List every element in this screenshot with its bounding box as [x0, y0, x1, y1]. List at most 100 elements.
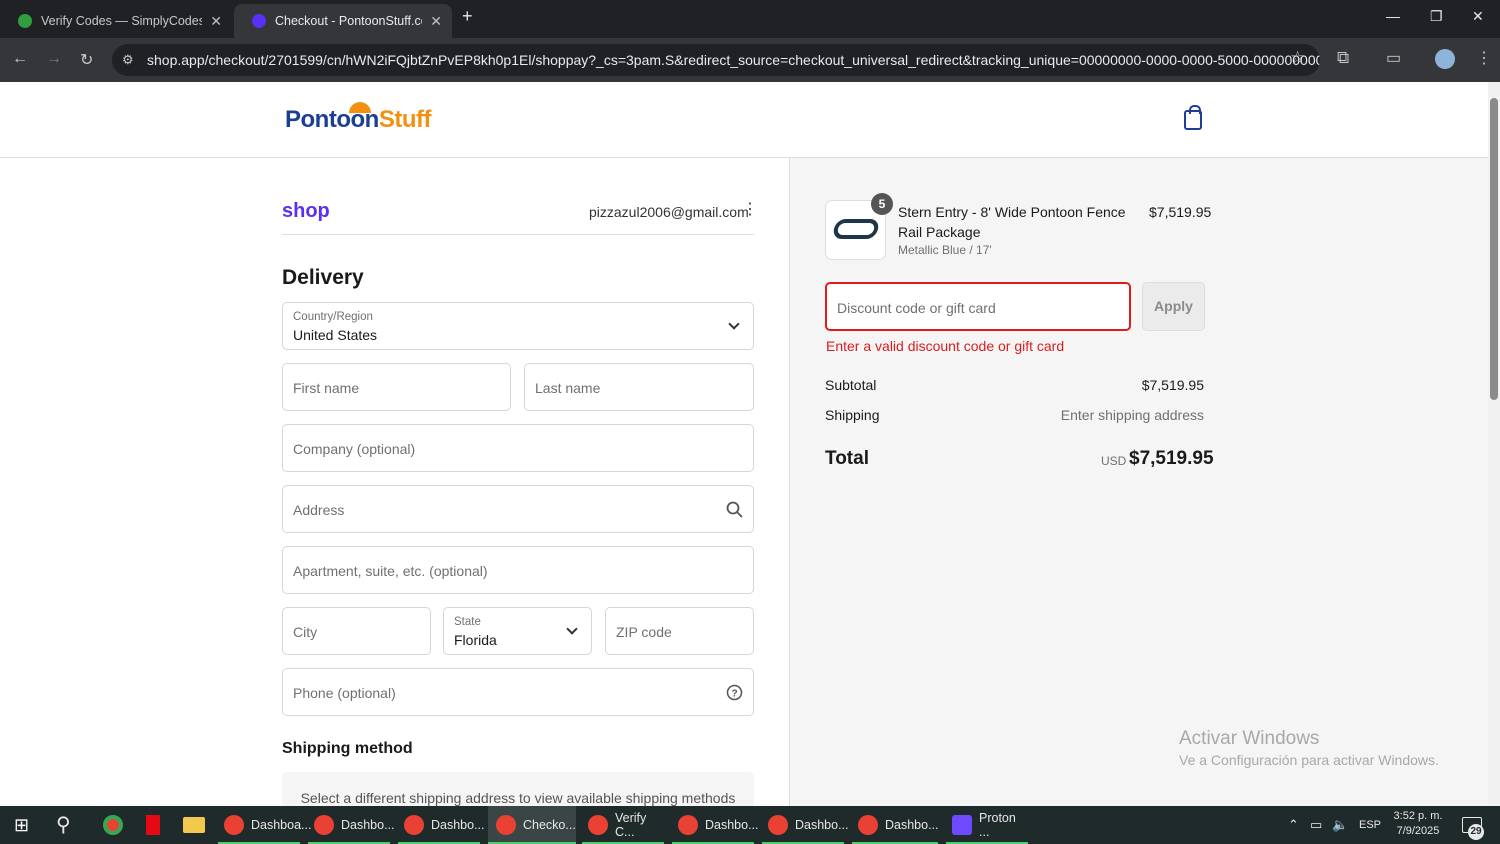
taskbar-app-1[interactable]: Dashboa...	[218, 806, 311, 844]
clock[interactable]: 3:52 p. m. 7/9/2025	[1388, 809, 1448, 839]
taskbar-app-label: Dashbo...	[885, 818, 939, 832]
company-field[interactable]: Company (optional)	[282, 424, 754, 472]
discount-code-input[interactable]: Discount code or gift card	[825, 282, 1131, 331]
zip-field[interactable]: ZIP code	[605, 607, 754, 655]
product-price: $7,519.95	[1149, 204, 1212, 220]
new-tab-icon[interactable]: +	[462, 6, 473, 27]
quantity-badge: 5	[871, 193, 893, 215]
url-text: shop.app/checkout/2701599/cn/hWN2iFQjbtZ…	[147, 52, 1320, 68]
chrome-icon[interactable]	[103, 815, 123, 835]
chevron-down-icon	[728, 318, 740, 330]
chrome-icon	[496, 815, 516, 835]
checkout-page: PontoonStuff shop pizzazul2006@gmail.com…	[0, 82, 1488, 806]
close-icon[interactable]: ✕	[210, 13, 222, 30]
total-label: Total	[825, 448, 869, 469]
account-email: pizzazul2006@gmail.com	[589, 204, 749, 220]
windows-watermark-title: Activar Windows	[1179, 728, 1320, 749]
discount-placeholder: Discount code or gift card	[837, 300, 996, 316]
taskbar-app-label: Dashboa...	[251, 818, 312, 832]
divider	[282, 234, 754, 235]
address-field[interactable]: Address	[282, 485, 754, 533]
apartment-field[interactable]: Apartment, suite, etc. (optional)	[282, 546, 754, 594]
extensions-icon[interactable]: ⧉	[1337, 48, 1349, 68]
pontoon-rail-image	[831, 219, 881, 239]
menu-icon[interactable]: ⋮	[1476, 48, 1492, 68]
product-title: Stern Entry - 8' Wide Pontoon Fence Rail…	[898, 204, 1126, 240]
svg-text:?: ?	[731, 689, 737, 700]
cast-icon[interactable]: ▭	[1386, 48, 1401, 68]
discount-error: Enter a valid discount code or gift card	[826, 338, 1065, 354]
taskbar-app-8[interactable]: Dashbo...	[852, 806, 939, 844]
language-indicator[interactable]: ESP	[1359, 806, 1381, 844]
taskbar-app-5[interactable]: Verify C...	[582, 806, 664, 844]
last-name-field[interactable]: Last name	[524, 363, 754, 411]
bookmark-star-icon[interactable]: ☆	[1290, 48, 1305, 68]
taskbar-app-7[interactable]: Dashbo...	[762, 806, 849, 844]
address-bar[interactable]: ⚙ shop.app/checkout/2701599/cn/hWN2iFQjb…	[112, 44, 1320, 76]
shipping-method-note: Select a different shipping address to v…	[282, 772, 754, 806]
netflix-icon[interactable]	[146, 815, 160, 835]
subtotal-label: Subtotal	[825, 377, 877, 393]
tray-expand-icon[interactable]: ⌃	[1288, 806, 1299, 844]
shopping-bag-icon[interactable]	[1184, 105, 1202, 130]
taskbar-app-3[interactable]: Dashbo...	[398, 806, 485, 844]
restore-icon[interactable]: ❐	[1430, 8, 1443, 25]
order-summary-panel	[789, 158, 1488, 806]
state-label: State	[454, 616, 481, 628]
shipping-label: Shipping	[825, 407, 880, 423]
first-name-field[interactable]: First name	[282, 363, 511, 411]
windows-watermark-subtitle: Ve a Configuración para activar Windows.	[1179, 752, 1439, 768]
taskbar-app-label: Checko...	[523, 818, 576, 832]
taskbar-app-6[interactable]: Dashbo...	[672, 806, 759, 844]
minimize-icon[interactable]: —	[1386, 8, 1400, 24]
back-icon[interactable]: ←	[12, 50, 28, 68]
browser-tab-bar: Verify Codes — SimplyCodes ✕ Checkout - …	[0, 0, 1500, 38]
search-icon[interactable]	[726, 501, 743, 518]
search-icon[interactable]: ⚲	[56, 806, 71, 844]
profile-avatar[interactable]	[1435, 49, 1455, 69]
tab-verify-codes[interactable]: Verify Codes — SimplyCodes ✕	[0, 4, 232, 38]
tab-title: Verify Codes — SimplyCodes	[41, 14, 203, 28]
logo-accent-text: Stuff	[378, 106, 432, 133]
tab-title: Checkout - PontoonStuff.com	[275, 14, 423, 28]
apply-discount-button[interactable]: Apply	[1142, 282, 1205, 331]
last-name-placeholder: Last name	[535, 380, 601, 396]
country-select[interactable]: Country/Region United States	[282, 302, 754, 350]
chrome-icon	[678, 815, 698, 835]
help-icon[interactable]: ?	[726, 684, 743, 701]
phone-field[interactable]: Phone (optional) ?	[282, 668, 754, 716]
store-logo[interactable]: PontoonStuff	[285, 102, 432, 134]
site-info-icon[interactable]: ⚙	[122, 52, 134, 68]
state-select[interactable]: State Florida	[443, 607, 592, 655]
file-explorer-icon[interactable]	[183, 817, 205, 833]
taskbar-app-4[interactable]: Checko...	[488, 806, 576, 844]
more-options-icon[interactable]: ⋮	[742, 202, 758, 218]
scrollbar-thumb[interactable]	[1490, 98, 1498, 400]
forward-icon[interactable]: →	[46, 50, 62, 68]
network-icon[interactable]: ▭	[1310, 806, 1322, 844]
window-close-icon[interactable]: ✕	[1472, 8, 1484, 25]
total-currency: USD	[1101, 454, 1127, 468]
city-field[interactable]: City	[282, 607, 431, 655]
notification-count-badge: 29	[1468, 824, 1484, 840]
shipping-method-heading: Shipping method	[282, 740, 413, 757]
taskbar-app-label: Proton ...	[979, 811, 1016, 839]
taskbar-app-label: Dashbo...	[341, 818, 395, 832]
country-label: Country/Region	[293, 311, 373, 323]
state-value: Florida	[454, 632, 497, 648]
close-icon[interactable]: ✕	[430, 13, 442, 30]
chrome-icon	[224, 815, 244, 835]
windows-start-icon[interactable]: ⊞	[14, 806, 29, 844]
tab-checkout[interactable]: Checkout - PontoonStuff.com ✕	[234, 4, 452, 38]
store-header: PontoonStuff	[0, 82, 1488, 158]
volume-icon[interactable]: 🔈	[1332, 806, 1348, 844]
taskbar-app-label: Dashbo...	[795, 818, 849, 832]
taskbar-app-9[interactable]: Proton ...	[946, 806, 1028, 844]
proton-vpn-icon	[952, 815, 972, 835]
reload-icon[interactable]: ↻	[80, 50, 93, 70]
clock-date: 7/9/2025	[1396, 825, 1440, 837]
page-scrollbar[interactable]	[1488, 82, 1500, 806]
zip-placeholder: ZIP code	[616, 624, 672, 640]
taskbar-app-2[interactable]: Dashbo...	[308, 806, 395, 844]
company-placeholder: Company (optional)	[293, 441, 416, 457]
